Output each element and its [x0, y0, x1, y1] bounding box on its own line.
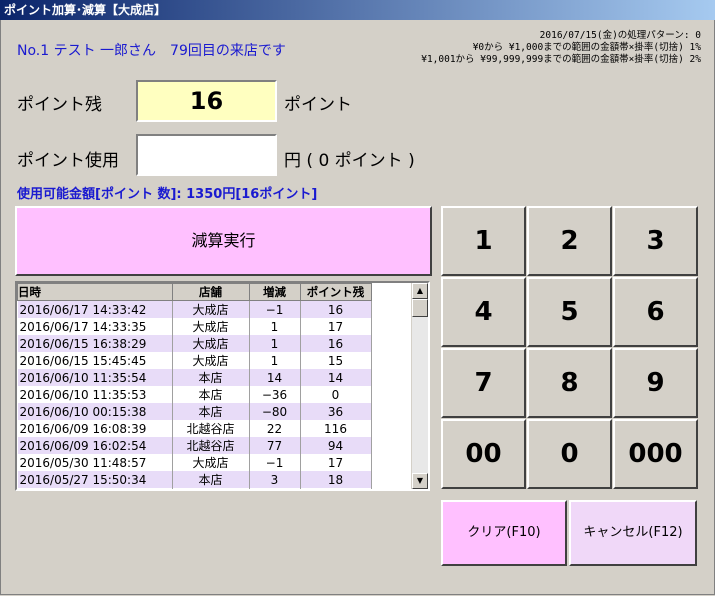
cell-datetime: 2016/06/10 11:35:53: [17, 386, 173, 403]
table-row[interactable]: 2016/06/17 14:33:42 大成店 −1 16: [17, 300, 372, 318]
cell-datetime: 2016/06/09 16:08:39: [17, 420, 173, 437]
subtract-execute-button[interactable]: 減算実行: [15, 206, 432, 276]
cell-balance: 18: [300, 471, 372, 488]
cell-datetime: 2016/06/17 14:33:35: [17, 318, 173, 335]
key-4-button[interactable]: 4: [441, 277, 526, 347]
key-000-button[interactable]: 000: [613, 419, 698, 489]
cell-balance: 94: [300, 437, 372, 454]
key-1-button[interactable]: 1: [441, 206, 526, 276]
history-list[interactable]: 日時 店舗 増減 ポイント残 2016/06/17 14:33:42 大成店 −1 1…: [15, 281, 430, 491]
cell-change: 77: [249, 437, 301, 454]
balance-unit: ポイント: [284, 95, 352, 115]
cell-balance: 15: [300, 488, 372, 489]
cell-store: 本店: [172, 471, 250, 488]
cell-store: 大成店: [172, 300, 250, 318]
cancel-button[interactable]: キャンセル(F12): [569, 500, 697, 566]
cell-balance: 17: [300, 318, 372, 335]
table-row[interactable]: 2016/06/10 00:15:38 本店 −80 36: [17, 403, 372, 420]
table-row[interactable]: 2016/06/15 16:38:29 大成店 1 16: [17, 335, 372, 352]
scroll-up-icon[interactable]: ▲: [412, 283, 428, 299]
cell-change: −1: [249, 454, 301, 471]
key-00-button[interactable]: 00: [441, 419, 526, 489]
table-row[interactable]: 2016/06/09 16:02:54 北越谷店 77 94: [17, 437, 372, 454]
table-row[interactable]: 2016/05/27 15:50:34 本店 3 18: [17, 471, 372, 488]
cell-datetime: 2016/06/15 15:45:45: [17, 352, 173, 369]
table-row[interactable]: 2016/05/30 11:48:57 大成店 −1 17: [17, 454, 372, 471]
cell-store: 大成店: [172, 454, 250, 471]
key-3-button[interactable]: 3: [613, 206, 698, 276]
use-label: ポイント使用: [17, 151, 119, 171]
table-row[interactable]: 2016/06/10 11:35:54 本店 14 14: [17, 369, 372, 386]
cell-store: 北越谷店: [172, 420, 250, 437]
table-row[interactable]: 2016/06/09 16:08:39 北越谷店 22 116: [17, 420, 372, 437]
cell-store: 本店: [172, 369, 250, 386]
cell-datetime: 2016/05/30 11:48:57: [17, 454, 173, 471]
cell-datetime: 2016/05/26 14:57:24: [17, 488, 173, 489]
cell-balance: 17: [300, 454, 372, 471]
key-5-button[interactable]: 5: [527, 277, 612, 347]
available-info: 使用可能金額[ポイント 数]: 1350円[16ポイント]: [17, 187, 318, 202]
cell-datetime: 2016/06/10 11:35:54: [17, 369, 173, 386]
balance-label: ポイント残: [17, 95, 102, 115]
cell-balance: 116: [300, 420, 372, 437]
cell-balance: 16: [300, 335, 372, 352]
key-0-button[interactable]: 0: [527, 419, 612, 489]
pattern-line-1: 2016/07/15(金)の処理パターン: 0: [539, 30, 701, 41]
scroll-thumb[interactable]: [412, 299, 428, 317]
cell-balance: 36: [300, 403, 372, 420]
cell-store: 北越谷店: [172, 437, 250, 454]
cell-change: −80: [249, 403, 301, 420]
clear-button[interactable]: クリア(F10): [441, 500, 567, 566]
cell-change: 2: [249, 488, 301, 489]
key-2-button[interactable]: 2: [527, 206, 612, 276]
table-row[interactable]: 2016/05/26 14:57:24本店215: [17, 488, 372, 489]
cell-change: 1: [249, 352, 301, 369]
cell-datetime: 2016/05/27 15:50:34: [17, 471, 173, 488]
key-8-button[interactable]: 8: [527, 348, 612, 418]
cell-change: 1: [249, 335, 301, 352]
table-row[interactable]: 2016/06/10 11:35:53 本店 −36 0: [17, 386, 372, 403]
cell-change: 14: [249, 369, 301, 386]
table-row[interactable]: 2016/06/15 15:45:45 大成店 1 15: [17, 352, 372, 369]
pattern-line-3: ¥1,001から ¥99,999,999までの範囲の金額帯×掛率(切捨) 2%: [421, 54, 701, 65]
header-store: 店舗: [171, 283, 250, 301]
scroll-down-icon[interactable]: ▼: [412, 473, 428, 489]
window-title: ポイント加算･減算【大成店】: [4, 3, 167, 17]
cell-store: 本店: [172, 386, 250, 403]
cell-change: −36: [249, 386, 301, 403]
cell-change: 1: [249, 318, 301, 335]
cell-datetime: 2016/06/10 00:15:38: [17, 403, 173, 420]
key-9-button[interactable]: 9: [613, 348, 698, 418]
cell-store: 大成店: [172, 352, 250, 369]
cell-datetime: 2016/06/09 16:02:54: [17, 437, 173, 454]
cell-datetime: 2016/06/15 16:38:29: [17, 335, 173, 352]
balance-value: 16: [136, 80, 277, 122]
key-7-button[interactable]: 7: [441, 348, 526, 418]
header-datetime: 日時: [17, 283, 173, 301]
customer-info: No.1 テスト 一郎さん 79回目の来店です: [17, 43, 286, 59]
use-unit: 円 ( 0 ポイント ): [284, 151, 415, 171]
cell-balance: 0: [300, 386, 372, 403]
pattern-info: 2016/07/15(金)の処理パターン: 0 ¥0から ¥1,000までの範囲…: [421, 30, 701, 66]
pattern-line-2: ¥0から ¥1,000までの範囲の金額帯×掛率(切捨) 1%: [472, 42, 701, 53]
cell-change: −1: [249, 300, 301, 318]
title-bar: ポイント加算･減算【大成店】: [0, 0, 715, 20]
cell-change: 22: [249, 420, 301, 437]
cell-change: 3: [249, 471, 301, 488]
cell-store: 本店: [172, 488, 250, 489]
cell-balance: 16: [300, 300, 372, 318]
cell-balance: 15: [300, 352, 372, 369]
table-row[interactable]: 2016/06/17 14:33:35 大成店 1 17: [17, 318, 372, 335]
history-scrollbar[interactable]: ▲ ▼: [411, 283, 428, 489]
cell-store: 大成店: [172, 318, 250, 335]
cell-store: 本店: [172, 403, 250, 420]
cell-balance: 14: [300, 369, 372, 386]
cell-store: 大成店: [172, 335, 250, 352]
cell-datetime: 2016/06/17 14:33:42: [17, 300, 173, 318]
header-change: 増減: [248, 283, 301, 301]
key-6-button[interactable]: 6: [613, 277, 698, 347]
use-input[interactable]: [136, 134, 277, 176]
header-balance: ポイント残: [299, 283, 372, 301]
